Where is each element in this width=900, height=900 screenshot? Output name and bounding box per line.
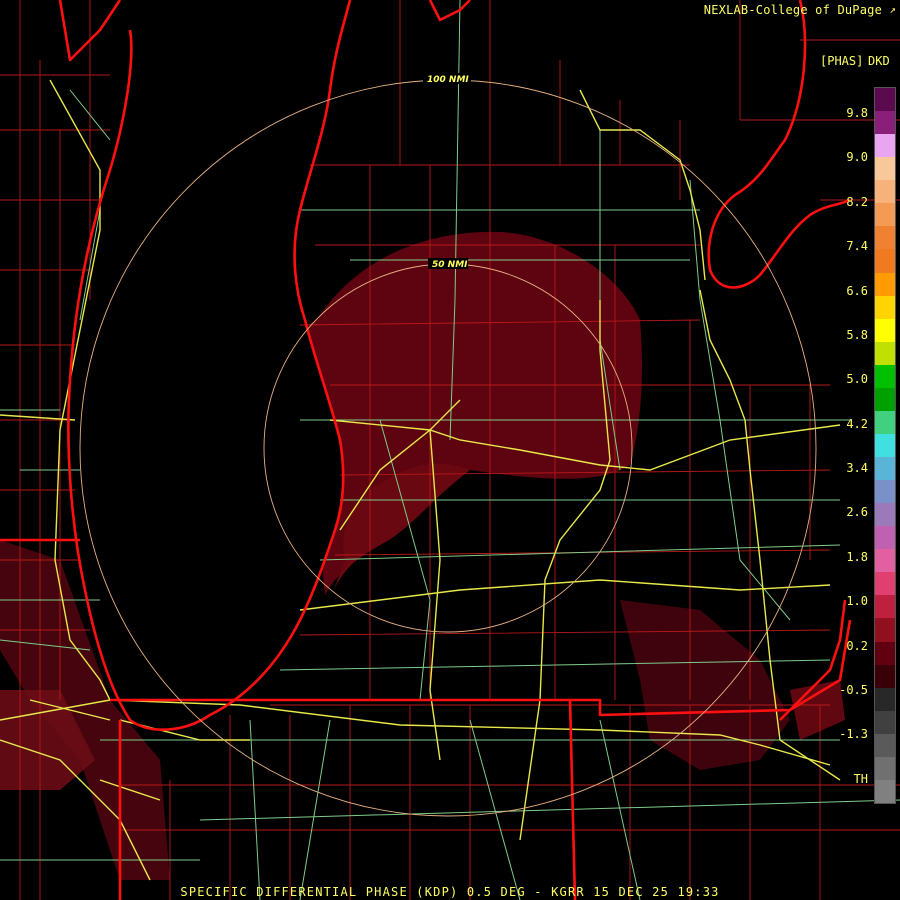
- legend-swatch: [875, 180, 895, 204]
- legend-units: [PHAS]: [820, 54, 864, 68]
- product-footer: SPECIFIC DIFFERENTIAL PHASE (KDP) 0.5 DE…: [180, 885, 720, 899]
- legend-swatch: [875, 364, 895, 389]
- legend-swatch: [875, 664, 895, 689]
- ring-label-50: 50 NMI: [432, 260, 468, 270]
- external-link-icon[interactable]: ↗: [889, 3, 896, 16]
- legend-tick-label: TH: [853, 772, 868, 786]
- legend-swatch: [875, 572, 895, 596]
- legend-swatch: [875, 226, 895, 250]
- legend-swatch: [875, 756, 895, 781]
- legend-swatch: [875, 88, 895, 112]
- legend-tick-label: 6.6: [846, 284, 868, 298]
- credit-text[interactable]: NEXLAB-College of DuPage: [704, 3, 882, 17]
- legend-tick-label: 5.0: [846, 372, 868, 386]
- legend-swatch: [875, 272, 895, 297]
- legend-swatch: [875, 595, 895, 619]
- legend-tick-label: 1.8: [846, 550, 868, 564]
- color-scale-bar: [874, 87, 896, 804]
- legend-swatch: [875, 480, 895, 504]
- legend-swatch: [875, 318, 895, 343]
- legend-swatch: [875, 526, 895, 550]
- legend-swatch: [875, 641, 895, 666]
- legend-swatch: [875, 134, 895, 158]
- legend-swatch: [875, 687, 895, 712]
- legend-swatch: [875, 387, 895, 412]
- legend-swatch: [875, 503, 895, 527]
- legend-tick-label: 0.2: [846, 639, 868, 653]
- legend-swatch: [875, 433, 895, 458]
- legend-swatch: [875, 733, 895, 758]
- legend-swatch: [875, 779, 895, 804]
- legend-tick-label: 4.2: [846, 417, 868, 431]
- ring-label-100: 100 NMI: [427, 75, 469, 85]
- legend-swatch: [875, 295, 895, 320]
- legend-swatch: [875, 111, 895, 135]
- legend-tick-label: 9.0: [846, 150, 868, 164]
- legend-swatch: [875, 203, 895, 227]
- legend-swatch: [875, 618, 895, 643]
- radar-map: 100 NMI 50 NMI: [0, 0, 900, 900]
- legend-tick-label: 9.8: [846, 106, 868, 120]
- legend-tick-label: 1.0: [846, 594, 868, 608]
- legend-swatch: [875, 549, 895, 573]
- legend-product: DKD: [868, 54, 890, 68]
- legend-tick-label: -0.5: [839, 683, 868, 697]
- legend-tick-label: 3.4: [846, 461, 868, 475]
- legend-tick-label: 5.8: [846, 328, 868, 342]
- legend-swatch: [875, 341, 895, 366]
- legend-swatch: [875, 410, 895, 435]
- legend-tick-label: 7.4: [846, 239, 868, 253]
- legend-swatch: [875, 457, 895, 481]
- legend-tick-label: -1.3: [839, 727, 868, 741]
- legend-tick-label: 8.2: [846, 195, 868, 209]
- legend-swatch: [875, 710, 895, 735]
- legend-swatch: [875, 249, 895, 273]
- legend-swatch: [875, 157, 895, 181]
- legend-tick-label: 2.6: [846, 505, 868, 519]
